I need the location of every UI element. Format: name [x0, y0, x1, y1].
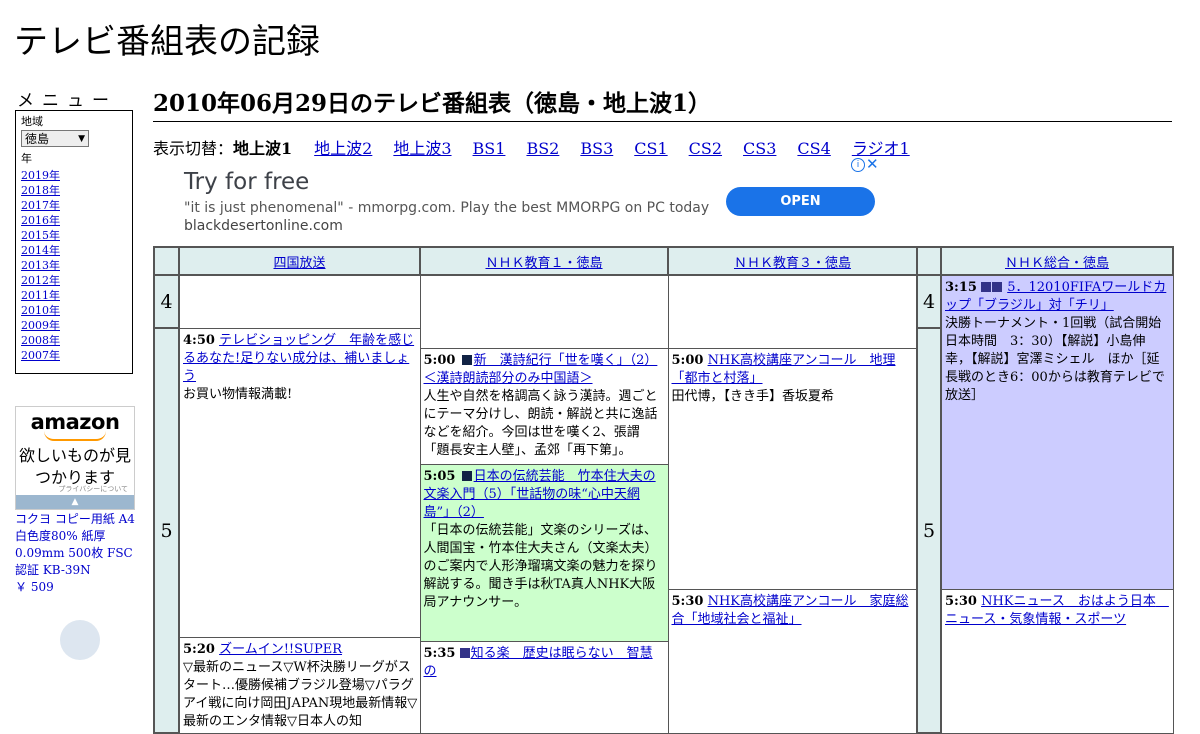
year-link-2011[interactable]: 2011年: [21, 289, 60, 302]
program-desc: 決勝トーナメント・1回戦（試合開始 日本時間 3：30）【解説】小島伸幸，【解説…: [945, 316, 1173, 403]
program-time: 5:30: [671, 593, 704, 609]
program-time: 5:05: [423, 468, 456, 484]
info-icon[interactable]: i: [851, 158, 865, 172]
program-title-link[interactable]: 5．12010FIFAワールドカップ「ブラジル」対「チリ」: [945, 280, 1166, 313]
channel-header: ＮＨＫ教育１・徳島: [419, 246, 669, 276]
schedule-table: 四国放送 ＮＨＫ教育１・徳島 ＮＨＫ教育３・徳島 ＮＨＫ総合・徳島 4 4 3:…: [153, 246, 1174, 734]
year-link-2019[interactable]: 2019年: [21, 169, 60, 182]
broadcast-symbol-icon: [459, 647, 470, 658]
program-time: 5:35: [423, 645, 456, 661]
amazon-privacy-link[interactable]: プライバシーについて: [58, 484, 128, 494]
program-title-link[interactable]: テレビショッピング 年齢を感じるあなた!足りない成分は、補いましょう: [183, 333, 414, 384]
amazon-expand-bar[interactable]: ▲: [16, 495, 134, 509]
ad-open-button[interactable]: OPEN: [726, 187, 875, 216]
program-desc: 田代博，【きき手】香坂夏希: [671, 388, 835, 404]
year-link-2007[interactable]: 2007年: [21, 349, 60, 362]
region-label: 地域: [21, 115, 43, 128]
program-desc: ▽最新のニュース▽W杯決勝リーグがスタート…優勝候補ブラジル登場▽パラグアイ戦に…: [183, 659, 418, 729]
corner-cell: [916, 246, 942, 276]
program-cell: 4:50 テレビショッピング 年齢を感じるあなた!足りない成分は、補いましょう …: [178, 327, 421, 638]
amazon-product-link[interactable]: コクヨ コピー用紙 A4 白色度80% 紙厚 0.09mm 500枚 FSC認証…: [15, 511, 140, 596]
ad-banner[interactable]: Try for free "it is just phenomenal" - m…: [153, 155, 881, 246]
year-link-2017[interactable]: 2017年: [21, 199, 60, 212]
year-link-2010[interactable]: 2010年: [21, 304, 60, 317]
globe-icon: [60, 620, 100, 660]
program-cell: 5:20 ズームイン!!SUPER ▽最新のニュース▽W杯決勝リーグがスタート……: [178, 636, 421, 734]
channel-header: 四国放送: [178, 246, 421, 276]
page-heading: 2010年06月29日のテレビ番組表（徳島・地上波1）: [153, 84, 1172, 122]
hour-cell: 5: [153, 327, 180, 734]
program-title-link[interactable]: 新 漢詩紀行「世を嘆く」（2）＜漢詩朗読部分のみ中国語＞: [424, 353, 658, 386]
year-link-2009[interactable]: 2009年: [21, 319, 60, 332]
hour-cell: 4: [153, 274, 180, 329]
program-empty: [178, 274, 421, 329]
program-time: 5:30: [945, 593, 977, 609]
year-link-2008[interactable]: 2008年: [21, 334, 60, 347]
region-select-value: 徳島: [25, 132, 50, 146]
program-cell: 3:15 5．12010FIFAワールドカップ「ブラジル」対「チリ」 決勝トーナ…: [940, 274, 1174, 590]
program-time: 5:00: [671, 352, 704, 368]
program-cell: 5:30 NHK高校講座アンコール 家庭総合「地域社会と福祉」: [667, 588, 918, 734]
year-link-2015[interactable]: 2015年: [21, 229, 60, 242]
ad-body: "it is just phenomenal" - mmorpg.com. Pl…: [184, 200, 710, 216]
program-cell: 5:00 NHK高校講座アンコール 地理「都市と村落」 田代博，【きき手】香坂夏…: [667, 347, 918, 590]
broadcast-symbol-icon: [461, 354, 472, 365]
hour-cell: 5: [916, 327, 942, 734]
year-link-2016[interactable]: 2016年: [21, 214, 60, 227]
program-empty: [419, 274, 669, 349]
ad-domain: blackdesertonline.com: [184, 218, 343, 234]
site-title: テレビ番組表の記録: [14, 22, 320, 62]
chevron-up-icon: ▲: [71, 497, 79, 507]
year-link-2013[interactable]: 2013年: [21, 259, 60, 272]
channel-link-shikoku[interactable]: 四国放送: [273, 256, 325, 271]
program-title-link[interactable]: NHK高校講座アンコール 地理「都市と村落」: [672, 353, 896, 386]
program-title-link[interactable]: ズームイン!!SUPER: [219, 642, 342, 657]
amazon-logo: amazon: [30, 410, 120, 434]
channel-header: ＮＨＫ総合・徳島: [940, 246, 1174, 276]
channel-link-etv1[interactable]: ＮＨＫ教育１・徳島: [485, 256, 602, 271]
dropdown-arrow-icon: ▼: [78, 133, 85, 144]
program-desc: 人生や自然を格調高く詠う漢詩。週ごとにテーマ分けし、朗読・解説と共に逸話などを紹…: [423, 388, 658, 458]
program-time: 4:50: [183, 332, 215, 348]
channel-header: ＮＨＫ教育３・徳島: [667, 246, 918, 276]
program-title-link[interactable]: NHKニュース おはよう日本 ニュース・気象情報・スポーツ: [945, 594, 1169, 627]
program-title-link[interactable]: NHK高校講座アンコール 家庭総合「地域社会と福祉」: [672, 594, 909, 627]
broadcast-symbol-icon: [461, 470, 472, 481]
menu-title: メニュー: [17, 91, 117, 111]
amazon-ad-text: 欲しいものが見つかります: [18, 446, 131, 487]
year-link-2012[interactable]: 2012年: [21, 274, 60, 287]
program-time: 5:00: [423, 352, 456, 368]
year-label: 年: [21, 152, 32, 165]
product-name[interactable]: コクヨ コピー用紙 A4 白色度80% 紙厚 0.09mm 500枚 FSC認証…: [15, 512, 135, 577]
broadcast-symbol-icon: [992, 282, 1003, 292]
channel-link-etv3[interactable]: ＮＨＫ教育３・徳島: [734, 256, 851, 271]
region-select[interactable]: 徳島 ▼: [21, 130, 89, 147]
program-title-link[interactable]: 日本の伝統芸能 竹本住大夫の文楽入門（5）「世話物の味“心中天網島”」（2）: [424, 469, 656, 520]
program-desc: お買い物情報満載!: [183, 386, 293, 402]
hour-cell: 4: [916, 274, 942, 329]
amazon-ad[interactable]: amazon 欲しいものが見つかります プライバシーについて ▲: [15, 406, 135, 510]
program-cell: 5:05 日本の伝統芸能 竹本住大夫の文楽入門（5）「世話物の味“心中天網島”」…: [419, 463, 669, 642]
product-price: ￥ 509: [15, 580, 54, 594]
close-icon[interactable]: ✕: [866, 155, 879, 173]
program-cell: 5:35 知る楽 歴史は眠らない 智慧の: [419, 640, 669, 734]
program-empty: [667, 274, 918, 349]
year-list: 2019年 2018年 2017年 2016年 2015年 2014年 2013…: [21, 168, 127, 363]
channel-link-nhk[interactable]: ＮＨＫ総合・徳島: [1005, 256, 1109, 271]
ad-headline[interactable]: Try for free: [184, 169, 309, 195]
program-title-link[interactable]: 知る楽 歴史は眠らない 智慧の: [424, 646, 653, 679]
broadcast-symbol-icon: [981, 282, 992, 292]
program-cell: 5:30 NHKニュース おはよう日本 ニュース・気象情報・スポーツ: [940, 588, 1174, 734]
program-time: 3:15: [945, 280, 977, 295]
year-link-2014[interactable]: 2014年: [21, 244, 60, 257]
menu-box: 地域 徳島 ▼ 年 2019年 2018年 2017年 2016年 2015年 …: [15, 110, 133, 374]
year-link-2018[interactable]: 2018年: [21, 184, 60, 197]
program-desc: 「日本の伝統芸能」文楽のシリーズは、人間国宝・竹本住大夫さん（文楽太夫）のご案内…: [423, 522, 658, 610]
program-time: 5:20: [183, 641, 215, 657]
program-cell: 5:00 新 漢詩紀行「世を嘆く」（2）＜漢詩朗読部分のみ中国語＞ 人生や自然を…: [419, 347, 669, 465]
corner-cell: [153, 246, 180, 276]
